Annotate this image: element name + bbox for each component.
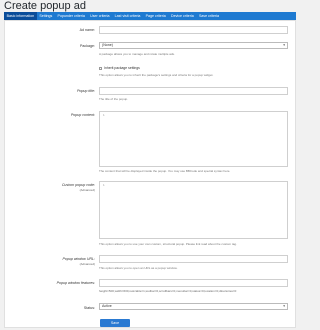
popup-content-line-number: 1 (103, 113, 105, 117)
custom-popup-code-label: Custom popup code: (61, 183, 95, 187)
ad-name-input[interactable] (99, 26, 288, 34)
popup-window-url-description: This option allows you to open an URL as… (99, 266, 178, 270)
save-button[interactable]: Save (100, 319, 130, 327)
custom-popup-code-line-number: 1 (103, 183, 105, 187)
inherit-package-settings-checkbox[interactable] (99, 67, 102, 70)
package-label: Package: (80, 44, 95, 48)
tab-device-criteria[interactable]: Device criteria (168, 12, 196, 20)
inherit-package-settings-description: This option allows you to inherit the pa… (99, 73, 214, 77)
status-label: Status: (83, 306, 95, 310)
package-select-value: (None) (102, 43, 113, 47)
tab-save-criteria[interactable]: Save criteria (196, 12, 221, 20)
popup-window-url-advanced: (Advanced) (79, 262, 95, 266)
page-title: Create popup ad (4, 0, 86, 12)
chevron-down-icon: ▾ (283, 43, 285, 47)
popup-title-input[interactable] (99, 87, 288, 95)
ad-name-label: Ad name: (79, 28, 95, 32)
popup-window-features-input[interactable] (99, 279, 288, 287)
popup-title-label: Popup title: (77, 89, 95, 93)
popup-window-url-input[interactable] (99, 255, 288, 263)
popup-content-description: The content that will be displayed insid… (99, 169, 231, 173)
chevron-down-icon: ▾ (283, 304, 285, 308)
custom-popup-code-editor[interactable] (99, 181, 288, 239)
tab-last-visit-criteria[interactable]: Last visit criteria (112, 12, 143, 20)
package-select[interactable]: (None) ▾ (99, 42, 288, 49)
custom-popup-code-advanced: (Advanced) (79, 188, 95, 192)
popup-title-description: The title of the popup. (99, 97, 129, 101)
popup-content-label: Popup content: (70, 113, 95, 117)
status-select[interactable]: Active ▾ (99, 303, 288, 310)
tab-popunder-criteria[interactable]: Popunder criteria (55, 12, 88, 20)
popup-window-url-label: Popup window URL: (62, 257, 95, 261)
popup-content-editor[interactable] (99, 111, 288, 167)
tab-basic-information[interactable]: Basic information (4, 12, 37, 20)
inherit-package-settings-label: Inherit package settings (104, 66, 140, 70)
popup-window-features-label: Popup window features: (56, 281, 95, 285)
tab-bar: Basic information Settings Popunder crit… (4, 12, 296, 20)
status-select-value: Active (102, 304, 112, 308)
save-button-label: Save (110, 321, 120, 325)
tab-settings[interactable]: Settings (37, 12, 55, 20)
package-description: A package allows you to manage and rotat… (99, 52, 175, 56)
page: Create popup ad Basic information Settin… (0, 0, 300, 330)
custom-popup-code-description: This option allows you to use your own c… (99, 242, 237, 246)
tab-page-criteria[interactable]: Page criteria (143, 12, 168, 20)
popup-window-features-value: height=500,width=600,resizable=1,toolbar… (99, 289, 237, 293)
tab-user-criteria[interactable]: User criteria (88, 12, 113, 20)
